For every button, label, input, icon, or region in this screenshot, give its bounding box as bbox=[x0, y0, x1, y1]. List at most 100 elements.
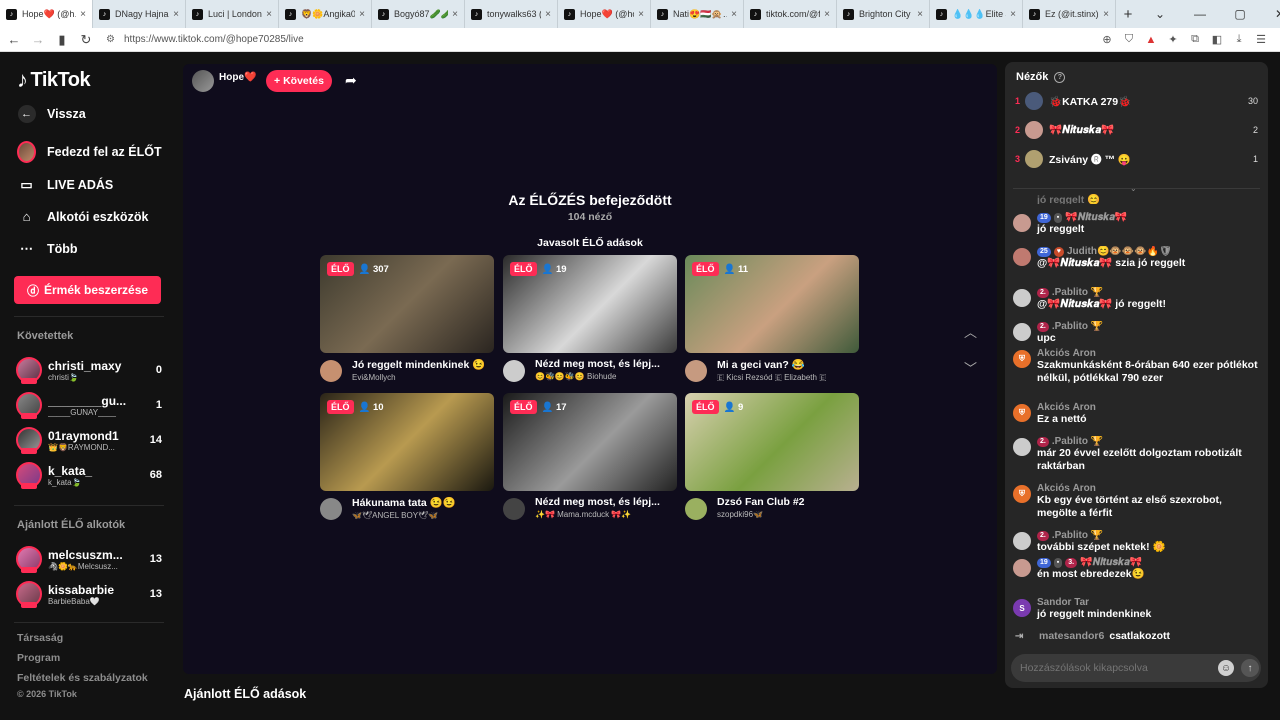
close-icon[interactable]: × bbox=[359, 9, 365, 20]
get-coins-button[interactable]: ⓓ Érmék beszerzése bbox=[14, 276, 161, 304]
nav-creator-tools[interactable]: ⌂ Alkotói eszközök bbox=[17, 207, 149, 226]
close-icon[interactable]: × bbox=[1010, 9, 1016, 20]
browser-tab[interactable]: ♪ Hope❤️ (@h… × bbox=[0, 0, 93, 28]
top-viewer-row[interactable]: 3 Zsivány 🅡 ™ 😛 1 bbox=[1015, 149, 1258, 169]
avatar[interactable]: ⛨ bbox=[1013, 350, 1031, 368]
host-avatar[interactable] bbox=[685, 498, 707, 520]
browser-tab[interactable]: ♪ tiktok.com/@fel… × bbox=[744, 0, 837, 28]
avatar[interactable] bbox=[1013, 214, 1031, 232]
nav-live-studio[interactable]: ▭ LIVE ADÁS bbox=[17, 175, 113, 194]
emoji-icon[interactable]: ☺ bbox=[1218, 660, 1234, 676]
live-card[interactable]: ÉLŐ 👤 307 Jó reggelt mindenkinek 😉 Evi&Moll… bbox=[320, 255, 494, 382]
close-icon[interactable]: × bbox=[173, 9, 179, 20]
live-card[interactable]: ÉLŐ 👤 17 Nézd meg most, és lépj... ✨🎀 Mama.… bbox=[503, 393, 677, 520]
join-user[interactable]: matesandor6 bbox=[1039, 630, 1104, 642]
back-arrow-icon[interactable]: ← bbox=[4, 32, 24, 47]
live-card[interactable]: ÉLŐ 👤 19 Nézd meg most, és lépj... 😊🐝😊🐝😊 Bi… bbox=[503, 255, 677, 382]
reload-icon[interactable]: ↻ bbox=[76, 32, 96, 48]
avatar[interactable]: ⛨ bbox=[1013, 485, 1031, 503]
following-account[interactable]: ________gu... _____GUNAY____ 1 bbox=[16, 389, 162, 421]
live-thumbnail[interactable]: ÉLŐ 👤 10 bbox=[320, 393, 494, 491]
host-name[interactable]: 🦋🕊ANGEL BOY🕊🦋 bbox=[352, 511, 494, 520]
live-thumbnail[interactable]: ÉLŐ 👤 19 bbox=[503, 255, 677, 353]
close-icon[interactable]: × bbox=[452, 9, 458, 20]
follow-button[interactable]: + Követés bbox=[266, 70, 332, 92]
live-thumbnail[interactable]: ÉLŐ 👤 307 bbox=[320, 255, 494, 353]
host-avatar[interactable] bbox=[503, 360, 525, 382]
site-settings-icon[interactable]: ⚙ bbox=[106, 34, 124, 45]
bookmark-icon[interactable]: ▮ bbox=[52, 32, 72, 48]
host-avatar[interactable] bbox=[320, 498, 342, 520]
share-icon[interactable]: ➦ bbox=[345, 72, 357, 89]
triangle-icon[interactable]: ▲ bbox=[1140, 34, 1162, 46]
commenter-name[interactable]: .Pablito 🏆 bbox=[1052, 436, 1103, 447]
footer-company-link[interactable]: Társaság bbox=[17, 632, 63, 644]
new-tab-button[interactable]: + bbox=[1116, 6, 1140, 23]
commenter-name[interactable]: 🎀𝑵𝒊𝒕𝒖𝒔𝒌𝒂🎀 bbox=[1080, 557, 1142, 568]
avatar[interactable] bbox=[1013, 532, 1031, 550]
commenter-name[interactable]: .Pablito 🏆 bbox=[1052, 321, 1103, 332]
commenter-name[interactable]: Akciós Áron bbox=[1037, 402, 1096, 413]
top-viewer-row[interactable]: 2 🎀𝑵𝒊𝒕𝒖𝒔𝒌𝒂🎀 2 bbox=[1015, 120, 1258, 140]
close-icon[interactable]: × bbox=[917, 9, 923, 20]
top-viewer-row[interactable]: 1 🐞KATKA 279🐞 30 bbox=[1015, 91, 1258, 111]
chevron-down-icon[interactable]: ⌄ bbox=[1130, 184, 1137, 193]
live-card[interactable]: ÉLŐ 👤 11 Mi a geci van? 😂 🇪 Kicsi Rezsód 🇪 … bbox=[685, 255, 859, 383]
download-icon[interactable]: ⤓ bbox=[1228, 33, 1250, 46]
browser-tab[interactable]: ♪ Nati😍🇭🇺🙊… × bbox=[651, 0, 744, 28]
nav-more[interactable]: ⋯ Több bbox=[17, 239, 78, 258]
host-name[interactable]: 🇪 Kicsi Rezsód 🇪 Elizabeth 🇪 bbox=[717, 373, 859, 383]
close-icon[interactable]: × bbox=[731, 9, 737, 20]
shield-icon[interactable]: ⛉ bbox=[1118, 33, 1140, 46]
host-name[interactable]: szopdki96🦋 bbox=[717, 510, 859, 519]
host-name[interactable]: Evi&Mollych bbox=[352, 373, 494, 382]
avatar[interactable]: S bbox=[1013, 599, 1031, 617]
forward-arrow-icon[interactable]: → bbox=[28, 32, 48, 47]
commenter-name[interactable]: Judith😊🐵🐵🐵🔥🛡 bbox=[1067, 246, 1172, 257]
live-card[interactable]: ÉLŐ 👤 10 Hákunama tata 😉😉 🦋🕊ANGEL BOY🕊🦋 bbox=[320, 393, 494, 520]
browser-tab[interactable]: ♪ 🦁🌼Angika07… × bbox=[279, 0, 372, 28]
host-avatar[interactable] bbox=[685, 360, 707, 382]
close-icon[interactable]: × bbox=[638, 9, 644, 20]
avatar[interactable] bbox=[1013, 248, 1031, 266]
browser-tab[interactable]: ♪ 💧💧💧Elite Jáno… × bbox=[930, 0, 1023, 28]
close-icon[interactable]: × bbox=[545, 9, 551, 20]
following-account[interactable]: christi_maxy christi🍃 0 bbox=[16, 354, 162, 386]
live-card[interactable]: ÉLŐ 👤 9 Dzsó Fan Club #2 szopdki96🦋 bbox=[685, 393, 859, 520]
avatar[interactable] bbox=[1013, 559, 1031, 577]
live-thumbnail[interactable]: ÉLŐ 👤 17 bbox=[503, 393, 677, 491]
close-icon[interactable]: × bbox=[80, 9, 86, 20]
close-window-icon[interactable]: ✕ bbox=[1260, 7, 1280, 21]
back-link[interactable]: ← Vissza bbox=[17, 104, 86, 123]
commenter-name[interactable]: Akciós Áron bbox=[1037, 483, 1096, 494]
commenter-name[interactable]: .Pablito 🏆 bbox=[1052, 530, 1103, 541]
comment-input[interactable] bbox=[1020, 662, 1210, 674]
commenter-name[interactable]: Akciós Áron bbox=[1037, 348, 1096, 359]
menu-icon[interactable]: ☰ bbox=[1250, 33, 1272, 46]
browser-tab[interactable]: ♪ Luci | London Li… × bbox=[186, 0, 279, 28]
chevron-down-icon[interactable]: ﹀ bbox=[964, 358, 977, 377]
browser-tab[interactable]: ♪ Hope❤️ (@hope… × bbox=[558, 0, 651, 28]
browser-tab[interactable]: ♪ tonywalks63 (@… × bbox=[465, 0, 558, 28]
browser-tab[interactable]: ♪ Bogyó87🥒🥒… × bbox=[372, 0, 465, 28]
commenter-name[interactable]: 🎀𝑵𝒊𝒕𝒖𝒔𝒌𝒂🎀 bbox=[1065, 212, 1127, 223]
nav-explore-live[interactable]: Fedezd fel az ÉLŐT bbox=[17, 140, 162, 163]
close-icon[interactable]: × bbox=[266, 9, 272, 20]
tiktok-logo[interactable]: ♪ TikTok bbox=[17, 67, 91, 93]
minimize-icon[interactable]: — bbox=[1180, 7, 1220, 21]
host-name[interactable]: 😊🐝😊🐝😊 Biohude bbox=[535, 372, 677, 381]
send-icon[interactable]: ↑ bbox=[1241, 659, 1259, 677]
footer-program-link[interactable]: Program bbox=[17, 652, 60, 664]
dropdown-icon[interactable]: ⌄ bbox=[1140, 7, 1180, 21]
zoom-icon[interactable]: ⊕ bbox=[1096, 33, 1118, 46]
commenter-name[interactable]: Sandor Tar bbox=[1037, 597, 1089, 608]
puzzle-icon[interactable]: ⧉ bbox=[1184, 33, 1206, 46]
suggested-account[interactable]: melcsuszm... 🦓🌼🐆Melcsusz... 13 bbox=[16, 543, 162, 575]
chevron-up-icon[interactable]: ︿ bbox=[964, 322, 977, 341]
close-icon[interactable]: × bbox=[1103, 9, 1109, 20]
maximize-icon[interactable]: ▢ bbox=[1220, 7, 1260, 21]
host-avatar[interactable] bbox=[320, 360, 342, 382]
suggested-account[interactable]: kissabarbie BarbieBaba🤍 13 bbox=[16, 578, 162, 610]
following-account[interactable]: k_kata_ k_kata🍃 68 bbox=[16, 459, 162, 491]
sidebar-icon[interactable]: ◧ bbox=[1206, 33, 1228, 46]
